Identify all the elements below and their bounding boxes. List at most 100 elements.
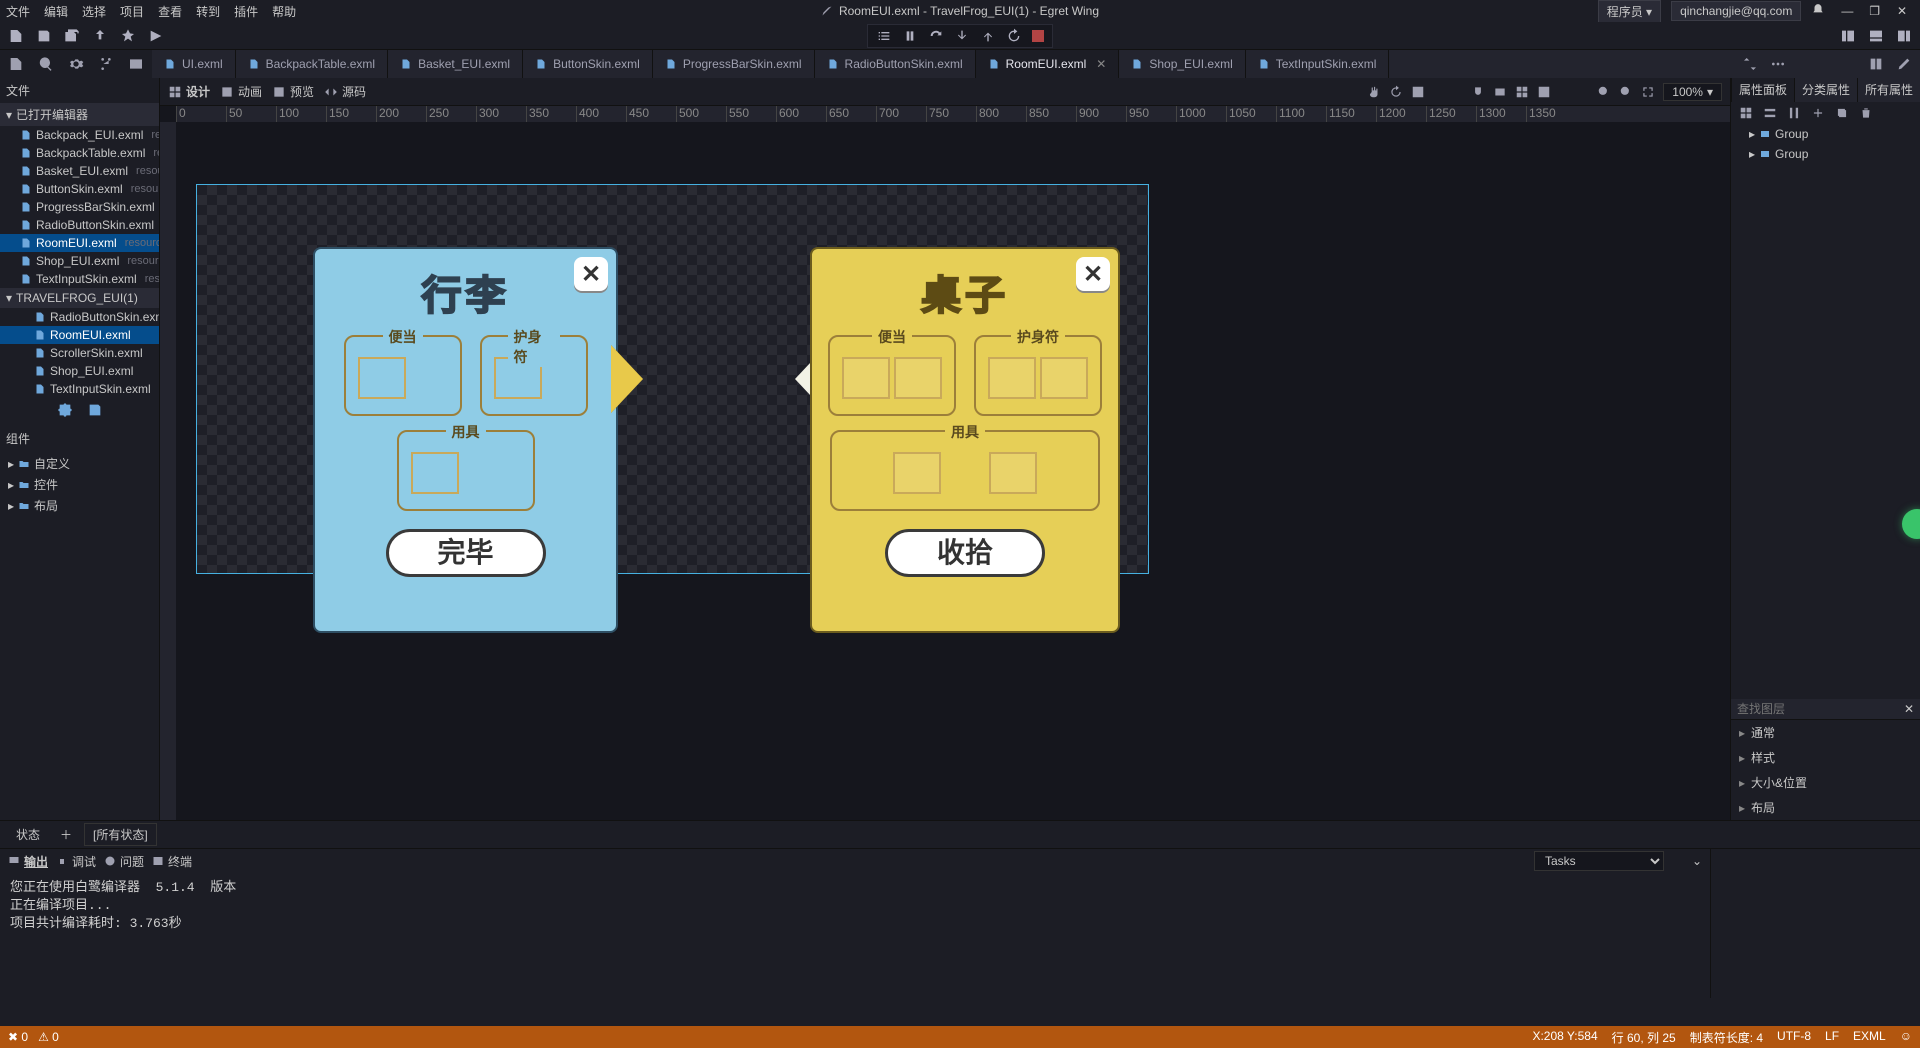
tab-terminal[interactable]: 终端 [152,853,192,870]
state-all[interactable]: [所有状态] [84,823,157,846]
copy-icon[interactable] [1835,106,1849,120]
project-header[interactable]: ▾TRAVELFROG_EUI(1) [0,288,159,308]
project-file-item[interactable]: RoomEUI.exml [0,326,159,344]
project-file-item[interactable]: ScrollerSkin.exml [0,344,159,362]
component-group[interactable]: ▸ 自定义 [0,453,159,474]
open-editor-item[interactable]: ProgressBarSkin.exmlresou... [0,198,159,216]
prop-general[interactable]: 通常 [1731,720,1920,745]
tab-output[interactable]: 输出 [8,853,48,870]
warnings-count[interactable]: ⚠ 0 [38,1030,59,1044]
grid2-icon[interactable] [1515,85,1529,99]
stop-icon[interactable] [1032,30,1044,42]
tab-panel[interactable]: 属性面板 [1731,78,1794,102]
editor-tab[interactable]: RoomEUI.exml✕ [976,50,1120,78]
task-select[interactable]: Tasks [1534,851,1664,871]
encoding[interactable]: UTF-8 [1777,1029,1811,1046]
open-editor-item[interactable]: RadioButtonSkin.exmlreso... [0,216,159,234]
zoom-out-icon[interactable] [1597,85,1611,99]
item-slot[interactable] [842,357,890,399]
menu-file[interactable]: 文件 [6,3,30,20]
save2-icon[interactable] [87,402,103,418]
plus-icon[interactable] [1811,106,1825,120]
menu-view[interactable]: 查看 [158,3,182,20]
state-label[interactable]: 状态 [8,824,48,845]
artboard[interactable]: ✕ 行李 便当 护身符 [196,184,1149,574]
settings2-icon[interactable] [1672,855,1684,867]
language[interactable]: EXML [1853,1029,1886,1046]
mode-preview[interactable]: 预览 [272,83,314,100]
tab-size[interactable]: 制表符长度: 4 [1690,1029,1763,1046]
item-slot[interactable] [893,452,941,494]
search-icon[interactable] [38,56,54,72]
luggage-panel[interactable]: ✕ 行李 便当 护身符 [313,247,618,633]
publish-icon[interactable] [92,28,108,44]
terminal-output[interactable]: 您正在使用白鹭编译器 5.1.4 版本 正在编译项目... 项目共计编译耗时: … [0,873,1710,998]
cursor-xy[interactable]: X:208 Y:584 [1532,1029,1597,1046]
step-out-icon[interactable] [980,28,996,44]
vlist-icon[interactable] [1787,106,1801,120]
editor-tab[interactable]: Shop_EUI.exml [1119,50,1245,78]
menu-edit[interactable]: 编辑 [44,3,68,20]
step-into-icon[interactable] [954,28,970,44]
table-panel[interactable]: ✕ 桌子 便当 护身符 [810,247,1120,633]
errors-count[interactable]: ✖ 0 [8,1030,28,1044]
editor-tab[interactable]: BackpackTable.exml [236,50,388,78]
mode-design[interactable]: 设计 [168,83,210,100]
menu-select[interactable]: 选择 [82,3,106,20]
tab-all[interactable]: 所有属性 [1857,78,1920,102]
canvas[interactable]: 0501001502002503003504004505005506006507… [160,106,1730,820]
tab-category[interactable]: 分类属性 [1794,78,1857,102]
project-file-item[interactable]: Shop_EUI.exml [0,362,159,380]
eol[interactable]: LF [1825,1029,1839,1046]
maximize-button[interactable]: ❐ [1863,4,1887,18]
editor-tab[interactable]: UI.exml [152,50,236,78]
component-group[interactable]: ▸ 控件 [0,474,159,495]
close-icon[interactable]: ✕ [574,257,608,291]
outline-item[interactable]: ▸ Group [1731,124,1920,144]
u-underline-icon[interactable] [1471,85,1485,99]
open-editor-item[interactable]: TextInputSkin.exmlresou... [0,270,159,288]
menu-project[interactable]: 项目 [120,3,144,20]
add-state-button[interactable]: ＋ [60,826,72,843]
editor-tab[interactable]: RadioButtonSkin.exml [815,50,976,78]
menu-goto[interactable]: 转到 [196,3,220,20]
component-group[interactable]: ▸ 布局 [0,495,159,516]
feedback-icon[interactable]: ☺ [1900,1029,1912,1046]
hand-icon[interactable] [1367,85,1381,99]
run-icon[interactable] [148,28,164,44]
layout-right-icon[interactable] [1896,28,1912,44]
step-list-icon[interactable] [876,28,892,44]
arrow-right-icon[interactable] [611,345,643,413]
menu-plugin[interactable]: 插件 [234,3,258,20]
close-button[interactable]: ✕ [1890,4,1914,18]
compare-icon[interactable] [1742,56,1758,72]
align-icon[interactable] [1840,56,1856,72]
align-left-icon[interactable] [1449,85,1463,99]
open-editors-header[interactable]: ▾已打开编辑器 [0,103,159,126]
item-slot[interactable] [894,357,942,399]
project-file-item[interactable]: TextInputSkin.exml [0,380,159,398]
tab-problems[interactable]: 问题 [104,853,144,870]
grid3-icon[interactable] [1537,85,1551,99]
branch-icon[interactable] [98,56,114,72]
hlist-icon[interactable] [1763,106,1777,120]
expand-icon[interactable] [1559,85,1573,99]
tab-debug[interactable]: 调试 [56,853,96,870]
open-editor-item[interactable]: ButtonSkin.exmlresource... [0,180,159,198]
role-dropdown[interactable]: 程序员 ▾ [1598,0,1661,23]
item-slot[interactable] [358,357,406,399]
item-slot[interactable] [411,452,459,494]
item-slot[interactable] [988,357,1036,399]
clear-icon[interactable]: ✕ [1904,702,1914,716]
puzzle-icon[interactable] [57,402,73,418]
snap-icon[interactable] [1411,85,1425,99]
outline-item[interactable]: ▸ Group [1731,144,1920,164]
save-all-icon[interactable] [64,28,80,44]
item-slot[interactable] [1040,357,1088,399]
save-icon[interactable] [36,28,52,44]
editor-tab[interactable]: TextInputSkin.exml [1246,50,1390,78]
new-file-icon[interactable] [8,28,24,44]
refresh-icon[interactable] [1389,85,1403,99]
settings-icon[interactable] [68,56,84,72]
fit-icon[interactable] [1641,85,1655,99]
